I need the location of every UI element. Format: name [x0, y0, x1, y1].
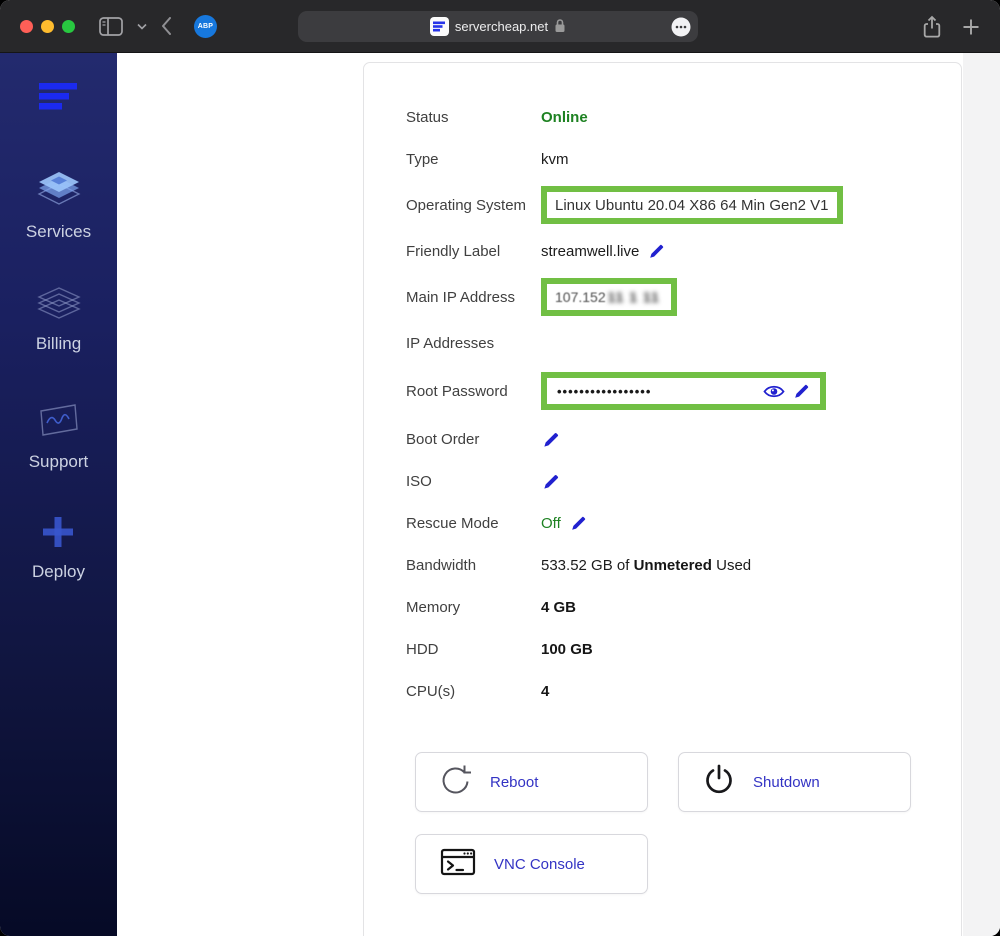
lock-icon — [554, 18, 566, 36]
ip-redacted-part: 11 1 11 — [607, 289, 660, 305]
detail-row-root-password: Root Password ••••••••••••••••• — [406, 364, 931, 418]
close-window-button[interactable] — [20, 19, 33, 33]
page-settings-icon[interactable] — [671, 17, 691, 37]
row-label: Boot Order — [406, 430, 480, 448]
reboot-label: Reboot — [490, 773, 539, 791]
reboot-button[interactable]: Reboot — [415, 752, 648, 812]
sidebar-item-services[interactable]: Services — [26, 164, 91, 242]
reboot-icon — [438, 762, 474, 802]
detail-row-main-ip: Main IP Address 107.152 11 1 11 — [406, 272, 931, 322]
bandwidth-limit: Unmetered — [633, 556, 712, 574]
edit-pencil-icon[interactable] — [647, 242, 665, 260]
sidebar-item-billing[interactable]: Billing — [36, 286, 82, 354]
shutdown-button[interactable]: Shutdown — [678, 752, 911, 812]
memory-value: 4 GB — [541, 598, 577, 616]
detail-row-cpu: CPU(s) 4 — [406, 670, 931, 712]
row-label: Type — [406, 150, 439, 168]
ip-highlight-box: 107.152 11 1 11 — [541, 278, 677, 316]
detail-row-ip-addresses: IP Addresses — [406, 322, 931, 364]
cpu-value: 4 — [541, 682, 550, 700]
server-details-card: Status Online Type kvm Operating System … — [363, 62, 962, 936]
main-content: Status Online Type kvm Operating System … — [117, 53, 1000, 936]
detail-row-status: Status Online — [406, 96, 931, 138]
row-label: Memory — [406, 598, 461, 616]
minimize-window-button[interactable] — [41, 19, 54, 33]
shutdown-label: Shutdown — [753, 773, 820, 791]
vnc-console-button[interactable]: VNC Console — [415, 834, 648, 894]
detail-row-iso: ISO — [406, 460, 931, 502]
browser-toolbar: ABP servercheap.net — [0, 0, 1000, 53]
row-label: HDD — [406, 640, 439, 658]
billing-layers-icon — [36, 286, 82, 327]
friendly-label-value: streamwell.live — [541, 242, 640, 260]
terminal-icon — [438, 845, 478, 883]
power-icon — [701, 762, 737, 802]
new-tab-icon[interactable] — [962, 18, 980, 36]
sidebar-item-deploy[interactable]: Deploy — [32, 514, 85, 582]
edit-pencil-icon[interactable] — [541, 430, 560, 449]
sidebar-item-support[interactable]: Support — [28, 400, 89, 472]
detail-row-bandwidth: Bandwidth 533.52 GB of Unmetered Used — [406, 544, 931, 586]
row-label: Operating System — [406, 196, 527, 214]
bandwidth-value: 533.52 GB of Unmetered Used — [541, 557, 751, 574]
status-badge: Online — [541, 108, 588, 126]
sidebar-toggle-icon[interactable] — [99, 16, 123, 36]
detail-row-rescue-mode: Rescue Mode Off — [406, 502, 931, 544]
rescue-mode-value: Off — [541, 514, 561, 532]
password-masked-value: ••••••••••••••••• — [557, 383, 652, 399]
services-stack-icon — [33, 164, 85, 215]
sidebar-item-label: Services — [25, 222, 92, 241]
server-actions: Reboot Shutdown VNC Console — [415, 752, 911, 894]
sidebar-item-label: Deploy — [32, 562, 85, 581]
share-icon[interactable] — [922, 15, 942, 39]
support-chart-icon — [36, 400, 80, 445]
row-label: Root Password — [406, 382, 508, 400]
browser-window: ABP servercheap.net Services Billing Sup… — [0, 0, 1000, 936]
sidebar-item-label: Support — [28, 452, 89, 471]
row-label: Bandwidth — [406, 556, 477, 574]
password-highlight-box: ••••••••••••••••• — [541, 372, 826, 410]
detail-row-memory: Memory 4 GB — [406, 586, 931, 628]
detail-row-operating-system: Operating System Linux Ubuntu 20.04 X86 … — [406, 180, 931, 230]
servercheap-favicon — [429, 17, 449, 36]
row-label: CPU(s) — [406, 682, 456, 700]
chevron-down-icon[interactable] — [137, 23, 147, 30]
ip-visible-part: 107.152 — [555, 289, 606, 305]
deploy-plus-icon — [40, 514, 76, 555]
row-label: Rescue Mode — [406, 514, 499, 532]
row-label: Main IP Address — [406, 288, 515, 306]
vnc-console-label: VNC Console — [494, 855, 585, 873]
os-value: Linux Ubuntu 20.04 X86 64 Min Gen2 V1 — [555, 196, 829, 214]
detail-row-friendly-label: Friendly Label streamwell.live — [406, 230, 931, 272]
reveal-password-eye-icon[interactable] — [763, 384, 785, 399]
detail-row-boot-order: Boot Order — [406, 418, 931, 460]
traffic-lights — [20, 19, 75, 33]
row-label: Status — [406, 108, 449, 126]
servercheap-logo[interactable] — [38, 83, 79, 116]
row-label: IP Addresses — [406, 334, 495, 352]
adblock-extension-icon[interactable]: ABP — [194, 14, 217, 38]
type-value: kvm — [541, 150, 569, 168]
bandwidth-used: 533.52 GB of — [541, 556, 634, 574]
row-label: Friendly Label — [406, 242, 501, 260]
app-sidebar: Services Billing Support Deploy — [0, 53, 117, 936]
edit-pencil-icon[interactable] — [792, 382, 810, 400]
address-bar[interactable]: servercheap.net — [298, 11, 698, 42]
detail-row-type: Type kvm — [406, 138, 931, 180]
edit-pencil-icon[interactable] — [541, 472, 560, 491]
row-label: ISO — [406, 472, 432, 490]
sidebar-item-label: Billing — [35, 334, 82, 353]
page-gutter — [963, 53, 1000, 936]
back-button[interactable] — [161, 17, 172, 35]
bandwidth-suffix: Used — [711, 556, 752, 574]
edit-pencil-icon[interactable] — [569, 514, 587, 532]
detail-row-hdd: HDD 100 GB — [406, 628, 931, 670]
hdd-value: 100 GB — [541, 640, 593, 658]
url-text: servercheap.net — [454, 19, 549, 34]
zoom-window-button[interactable] — [62, 19, 75, 33]
os-highlight-box: Linux Ubuntu 20.04 X86 64 Min Gen2 V1 — [541, 186, 843, 224]
